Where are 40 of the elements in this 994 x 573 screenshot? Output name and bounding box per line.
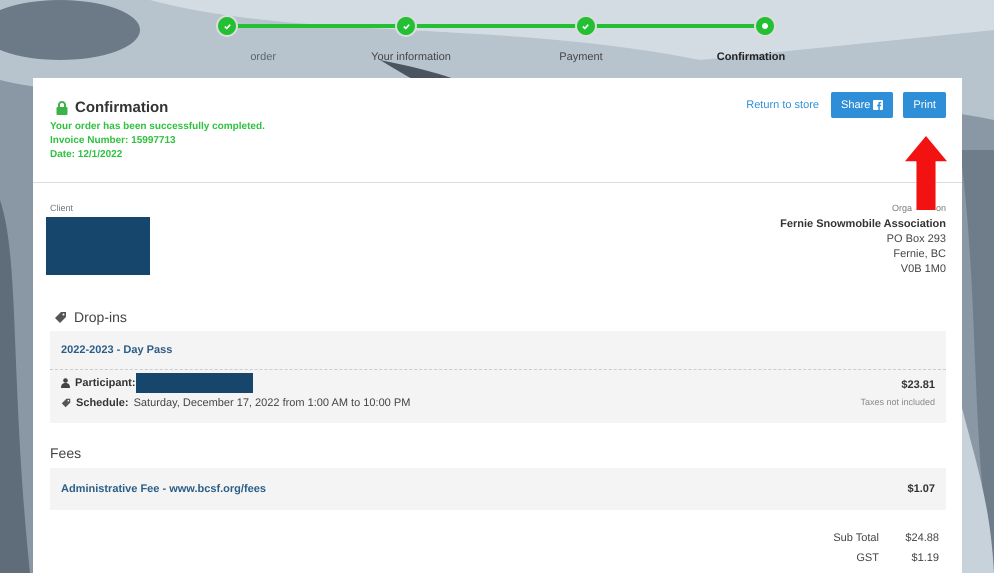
organization-name: Fernie Snowmobile Association: [780, 217, 946, 232]
client-label: Client: [50, 203, 74, 215]
address-line: V0B 1M0: [900, 262, 946, 277]
person-icon: [61, 378, 70, 388]
total-label: Sub Total: [832, 532, 879, 544]
item-price: $23.81: [900, 379, 935, 391]
participant-label: Participant:: [75, 377, 136, 389]
organization-label-fragment: on: [936, 203, 946, 215]
step-label: order: [249, 51, 277, 65]
confirmation-message: Your order has been successfully completed.: [50, 120, 265, 134]
share-button[interactable]: Share: [831, 92, 894, 118]
organization-label-fragment: Orga: [892, 203, 912, 215]
step-label: Payment: [558, 51, 604, 65]
return-link[interactable]: Return to store: [746, 99, 820, 111]
schedule-label: Schedule:: [76, 397, 129, 409]
total-value: $24.88: [904, 532, 939, 544]
tax-note: Taxes not included: [860, 397, 935, 407]
check-icon: [222, 22, 232, 30]
address-line: Fernie, BC: [892, 247, 946, 262]
facebook-icon: [873, 100, 884, 110]
address-line: PO Box 293: [886, 232, 946, 247]
page-title: Confirmation: [75, 99, 168, 116]
tag-icon: [61, 398, 71, 408]
item-title: 2022-2023 - Day Pass: [50, 331, 946, 370]
confirmation-message: Date: 12/1/2022: [50, 148, 124, 162]
section-heading: Fees: [50, 445, 82, 461]
confirmation-message: Invoice Number: 15997713: [50, 134, 177, 148]
step-label: Your information: [370, 51, 452, 65]
print-button[interactable]: Print: [903, 92, 946, 118]
total-label: GST: [855, 552, 879, 564]
schedule-text: Saturday, December 17, 2022 from 1:00 AM to 10:00 PM: [134, 397, 410, 409]
section-heading: Drop-ins: [74, 309, 127, 325]
lock-icon: [56, 100, 68, 114]
check-icon: [581, 22, 590, 30]
fee-name: Administrative Fee - www.bcsf.org/fees: [61, 483, 266, 495]
fee-amount: $1.07: [907, 483, 935, 495]
step-label: Confirmation: [716, 51, 786, 65]
tag-icon: [54, 310, 67, 324]
check-icon: [402, 22, 411, 30]
total-value: $1.19: [910, 552, 939, 564]
